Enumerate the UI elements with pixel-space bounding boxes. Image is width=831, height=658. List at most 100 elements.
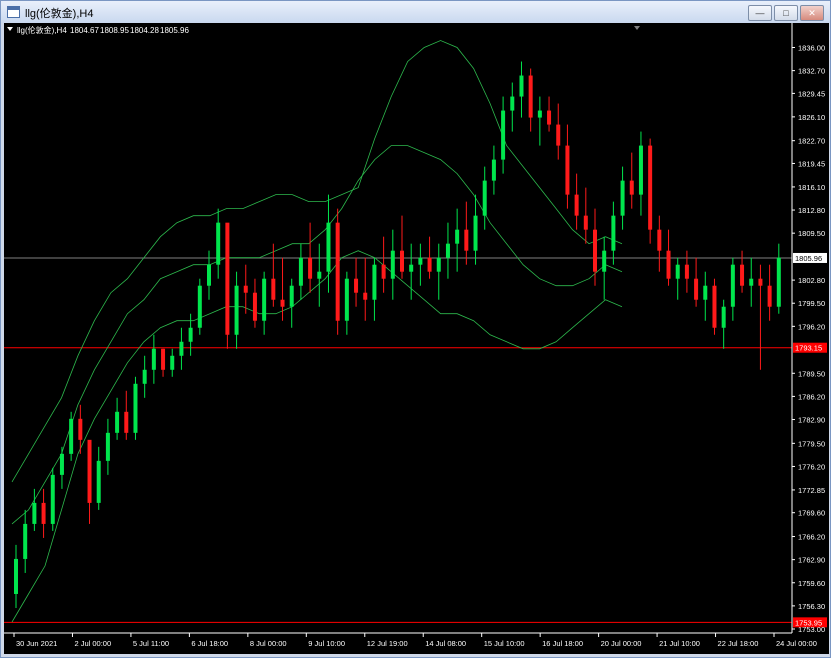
x-tick-label: 14 Jul 08:00	[425, 639, 466, 648]
candle-body	[41, 502, 46, 524]
candle-body	[326, 222, 331, 272]
y-tick-label: 1766.20	[798, 533, 825, 542]
close-button[interactable]: ✕	[800, 5, 824, 21]
candle-body	[510, 96, 515, 111]
chart-window: llg(伦敦金),H4 — □ ✕ 1793.15 1753.95 1805.96 …	[0, 0, 831, 658]
y-tick-label: 1832.70	[798, 67, 825, 76]
candle-body	[179, 341, 184, 356]
candle-body	[427, 257, 432, 272]
title-bar[interactable]: llg(伦敦金),H4 — □ ✕	[1, 1, 830, 23]
candle-body	[703, 285, 708, 300]
candle-body	[32, 502, 37, 524]
candle-body	[390, 250, 395, 279]
app-icon	[7, 6, 20, 18]
x-tick-label: 24 Jul 00:00	[776, 639, 817, 648]
axes: 1836.00 1832.70 1829.45 1826.10 1822.70 1819.…	[4, 23, 825, 648]
candle-body	[207, 264, 211, 286]
candle-body	[519, 75, 524, 97]
x-tick-label: 15 Jul 10:00	[484, 639, 525, 648]
candle-body	[556, 124, 561, 146]
y-tick-label: 1779.50	[798, 439, 825, 448]
candle-body	[280, 299, 285, 307]
candle-body	[142, 369, 147, 384]
y-tick-label: 1809.50	[798, 229, 825, 238]
candle-body	[593, 229, 597, 272]
candle-body	[78, 418, 83, 440]
candle-body	[620, 180, 625, 216]
candle-body	[501, 110, 506, 160]
candle-body	[124, 411, 129, 433]
x-tick-label: 9 Jul 10:00	[308, 639, 345, 648]
y-tick-label: 1819.45	[798, 159, 825, 168]
candle-body	[69, 418, 74, 454]
candle-body	[59, 453, 64, 475]
candle-body	[602, 250, 607, 272]
candle-body	[749, 278, 754, 286]
window-controls: — □ ✕	[748, 5, 824, 21]
candle-body	[87, 439, 92, 503]
candle-body	[317, 271, 322, 279]
y-tick-label: 1812.80	[798, 206, 825, 215]
y-tick-label: 1829.45	[798, 89, 825, 98]
candle-body	[473, 215, 478, 251]
candle-body	[675, 264, 680, 279]
candle-body	[445, 243, 450, 258]
level-label: 1793.15	[795, 344, 822, 353]
candle-body	[565, 145, 570, 195]
candle-body	[464, 229, 469, 251]
candle-body	[354, 278, 359, 293]
candle-body	[170, 355, 175, 370]
info-open: 1804.67	[70, 26, 99, 35]
candle-body	[151, 348, 156, 370]
candle-body	[740, 264, 745, 286]
x-tick-label: 16 Jul 18:00	[542, 639, 583, 648]
y-tick-label: 1836.00	[798, 44, 825, 53]
x-tick-label: 20 Jul 00:00	[601, 639, 642, 648]
candle-body	[629, 180, 634, 195]
chart-canvas[interactable]: 1793.151753.951805.96 1836.00 1832.70 1829…	[4, 23, 829, 654]
candle-body	[583, 215, 588, 230]
price-chart[interactable]: 1793.15 1753.95 1805.96 1836.00 1832.70 1829…	[4, 23, 829, 654]
candle-body	[648, 145, 653, 230]
y-tick-label: 1826.10	[798, 113, 825, 122]
minimize-button[interactable]: —	[748, 5, 772, 21]
y-tick-label: 1799.50	[798, 299, 825, 308]
candle-body	[638, 145, 643, 195]
chart-layer-lines: 1793.151753.951805.96	[4, 252, 827, 628]
candle-body	[344, 278, 349, 321]
y-tick-label: 1762.90	[798, 556, 825, 565]
minimize-icon: —	[755, 8, 765, 18]
candle-body	[721, 306, 726, 328]
candle-body	[298, 257, 303, 286]
x-tick-label: 22 Jul 18:00	[718, 639, 759, 648]
triangle-down-icon[interactable]	[7, 27, 13, 31]
x-tick-label: 2 Jul 00:00	[74, 639, 111, 648]
candle-body	[197, 285, 202, 328]
candle-body	[161, 348, 166, 370]
info-close: 1805.96	[160, 26, 189, 35]
candle-body	[528, 75, 533, 118]
candle-body	[694, 278, 699, 300]
candlesticks	[14, 61, 781, 608]
x-tick-label: 12 Jul 19:00	[367, 639, 408, 648]
candle-body	[491, 159, 496, 181]
candle-body	[105, 432, 110, 461]
y-tick-label: 1816.10	[798, 183, 825, 192]
candle-body	[252, 292, 257, 321]
x-tick-label: 8 Jul 00:00	[250, 639, 287, 648]
candle-body	[335, 222, 340, 321]
y-tick-label: 1796.20	[798, 322, 825, 331]
candle-body	[372, 264, 377, 300]
y-tick-label: 1769.60	[798, 509, 825, 518]
maximize-button[interactable]: □	[774, 5, 798, 21]
y-tick-label: 1822.70	[798, 137, 825, 146]
candle-body	[115, 411, 120, 433]
x-tick-label: 21 Jul 10:00	[659, 639, 700, 648]
candle-body	[767, 285, 772, 307]
current-price-label: 1805.96	[795, 254, 822, 263]
candle-body	[666, 250, 671, 279]
maximize-icon: □	[783, 8, 789, 18]
band-middle	[11, 145, 623, 525]
candle-body	[381, 264, 386, 279]
close-icon: ✕	[808, 8, 816, 18]
